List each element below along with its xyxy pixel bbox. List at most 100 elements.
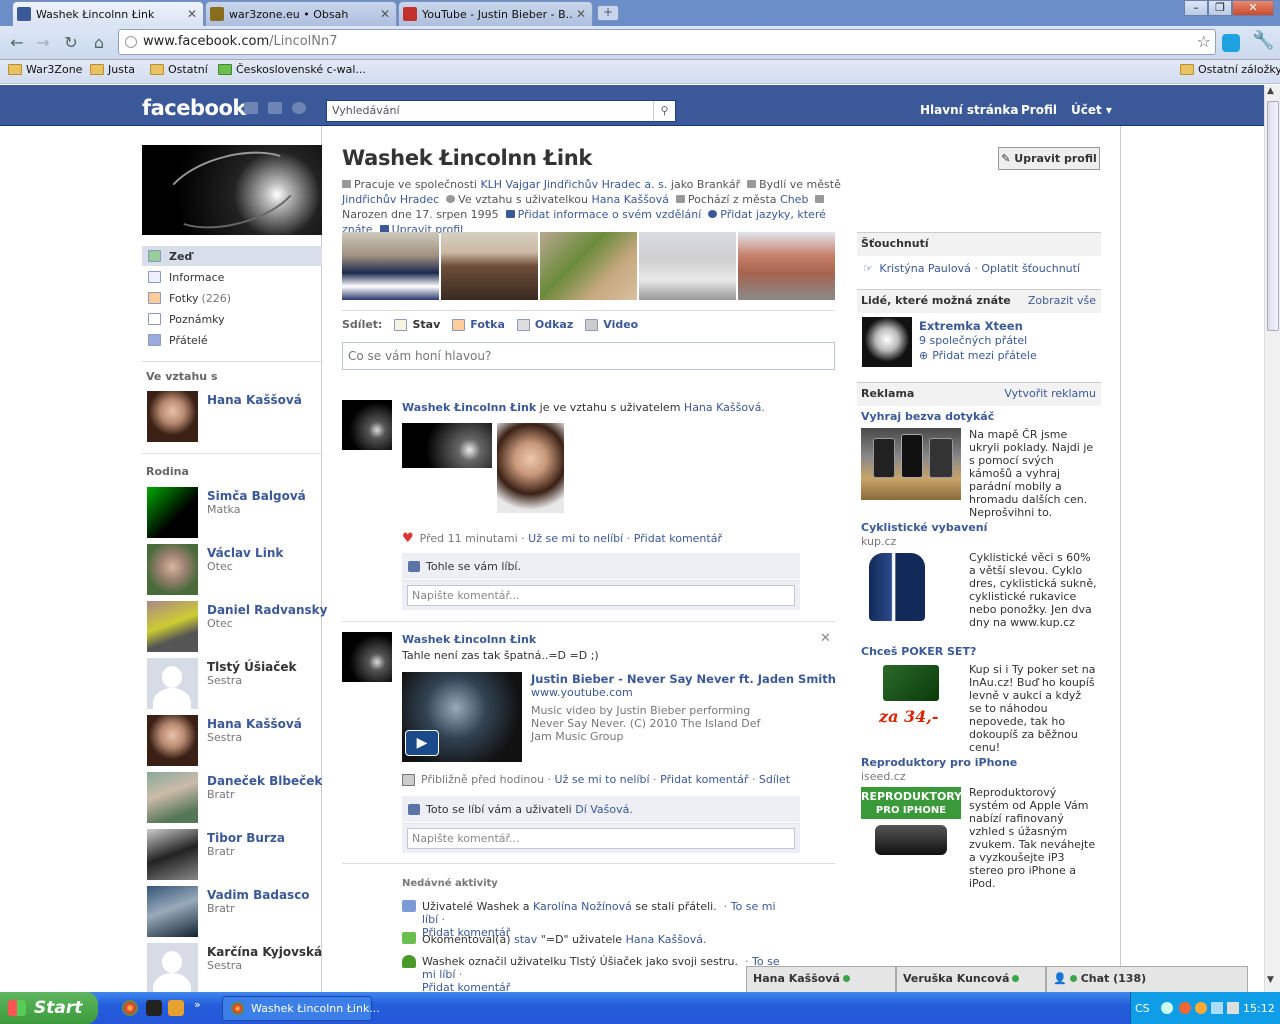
nav-home[interactable]: Hlavní stránka [920, 103, 1018, 117]
photo-strip-item[interactable] [540, 232, 637, 300]
person-link[interactable]: Hana Kaššová. [626, 933, 707, 946]
app-quicklaunch-icon[interactable] [168, 1000, 184, 1016]
person-name[interactable]: Simča Balgová [207, 489, 306, 503]
close-icon[interactable]: ✕ [380, 7, 390, 21]
suggested-friend-avatar[interactable] [862, 317, 912, 367]
sidebar-item-info[interactable]: Informace [142, 267, 322, 287]
ad-image[interactable]: REPRODUKTORY PRO IPHONE [861, 787, 962, 859]
timestamp[interactable]: Před 11 minutami [420, 532, 518, 545]
ad-image[interactable] [861, 428, 961, 500]
poker-link[interactable]: Kristýna Paulová [879, 262, 970, 275]
bookmark-war3zone[interactable]: War3Zone [8, 63, 82, 76]
avatar[interactable] [147, 487, 198, 538]
poke-back-link[interactable]: Oplatit šťouchnutí [981, 262, 1080, 275]
hometown-link[interactable]: Cheb [780, 193, 808, 206]
person-name[interactable]: Václav Link [207, 546, 283, 560]
photo-strip-item[interactable] [342, 232, 439, 300]
author-link[interactable]: Washek Łincolnn Łink [402, 401, 536, 414]
attached-photo[interactable] [402, 423, 492, 468]
timestamp[interactable]: Přibližně před hodinou [421, 773, 544, 786]
family-member[interactable]: Tibor Burza Bratr [147, 829, 319, 881]
new-tab-button[interactable]: + [597, 5, 619, 21]
minimize-button[interactable]: – [1184, 0, 1208, 16]
share-link-button[interactable]: Odkaz [516, 318, 573, 331]
bookmark-ostatni[interactable]: Ostatní [150, 63, 208, 76]
author-avatar[interactable] [342, 632, 392, 682]
comment-input[interactable]: Napište komentář... [407, 828, 795, 849]
bookmark-justa[interactable]: Justa [90, 63, 135, 76]
share-video-button[interactable]: Video [585, 318, 638, 331]
relationship-person[interactable]: Hana Kaššová [147, 391, 319, 443]
see-all-link[interactable]: Zobrazit vše [1028, 290, 1096, 312]
wrench-icon[interactable]: 🔧 [1252, 30, 1274, 51]
family-member[interactable]: Karčína Kyjovská Sestra [147, 943, 322, 995]
person-name[interactable]: Hana Kaššová [207, 393, 302, 407]
attached-photo[interactable] [497, 423, 564, 513]
browser-tab-youtube[interactable]: YouTube - Justin Bieber - B... ✕ [398, 1, 593, 26]
liker-link[interactable]: Dí Vašová. [575, 803, 633, 816]
photo-strip-item[interactable] [441, 232, 538, 300]
avatar[interactable] [147, 715, 198, 766]
ad-title[interactable]: Reproduktory pro iPhone [861, 756, 1017, 769]
person-name[interactable]: Daneček Blbeček [207, 774, 322, 788]
scroll-down-icon[interactable]: ▼ [1267, 975, 1274, 985]
browser-tab-facebook[interactable]: Washek Łincolnn Łink ✕ [12, 1, 204, 26]
search-input[interactable]: Vyhledávání ⚲ [326, 100, 676, 122]
tray-icon[interactable] [1161, 1002, 1173, 1014]
avatar[interactable] [147, 886, 198, 937]
author-avatar[interactable] [342, 400, 392, 450]
person-link[interactable]: Karolína Nožínová [533, 900, 632, 913]
comment-input[interactable]: Napište komentář... [407, 585, 795, 606]
skype-extension-icon[interactable] [1222, 34, 1240, 52]
video-domain[interactable]: www.youtube.com [531, 686, 633, 699]
city-link[interactable]: Jindřichův Hradec [342, 193, 439, 206]
start-button[interactable]: Start [0, 992, 98, 1024]
unlike-link[interactable]: Už se mi to nelíbí [528, 532, 623, 545]
sidebar-item-friends[interactable]: Přátelé [142, 330, 322, 350]
avatar[interactable] [147, 829, 198, 880]
create-ad-link[interactable]: Vytvořit reklamu [1004, 383, 1096, 405]
bookmark-ceskoslovenske[interactable]: Československé c-wal... [218, 63, 366, 76]
family-member[interactable]: Vadim Badasco Bratr [147, 886, 319, 938]
app-quicklaunch-icon[interactable] [146, 1000, 162, 1016]
video-thumbnail[interactable]: ▶ [402, 672, 522, 762]
status-composer-input[interactable]: Co se vám honí hlavou? [342, 342, 835, 370]
scroll-up-icon[interactable]: ▲ [1267, 86, 1274, 96]
avatar[interactable] [147, 601, 198, 652]
friend-requests-icon[interactable] [244, 102, 258, 114]
person-name[interactable]: Daniel Radvansky [207, 603, 327, 617]
search-icon[interactable]: ⚲ [653, 101, 675, 121]
tray-icon[interactable] [1195, 1002, 1207, 1014]
sidebar-item-notes[interactable]: Poznámky [142, 309, 322, 329]
status-link[interactable]: stav [514, 933, 537, 946]
nav-profile[interactable]: Profil [1021, 103, 1057, 117]
back-icon[interactable]: ← [6, 32, 28, 54]
avatar[interactable] [147, 772, 198, 823]
edit-profile-button[interactable]: ✎ Upravit profil [998, 147, 1100, 170]
scroll-thumb[interactable] [1267, 101, 1279, 331]
profile-picture[interactable] [142, 138, 322, 242]
default-avatar-icon[interactable] [147, 658, 198, 709]
chrome-quicklaunch-icon[interactable] [122, 1000, 138, 1016]
photo-strip-item[interactable] [738, 232, 835, 300]
reload-icon[interactable]: ↻ [60, 32, 82, 54]
video-title-link[interactable]: Justin Bieber - Never Say Never ft. Jade… [531, 672, 836, 686]
home-icon[interactable]: ⌂ [88, 32, 110, 54]
close-icon[interactable]: ✕ [187, 7, 197, 21]
unlike-link[interactable]: Už se mi to nelíbí [555, 773, 650, 786]
add-education-link[interactable]: Přidat informace o svém vzdělání [518, 208, 702, 221]
messages-icon[interactable] [268, 102, 282, 114]
family-member[interactable]: Václav Link Otec [147, 544, 319, 596]
person-name[interactable]: Hana Kaššová [207, 717, 302, 731]
language-indicator[interactable]: CS [1135, 1002, 1150, 1015]
share-photo-button[interactable]: Fotka [452, 318, 505, 331]
tray-icon[interactable] [1179, 1002, 1191, 1014]
add-friend-link[interactable]: ⊕ Přidat mezi přátele [919, 349, 1037, 362]
work-link[interactable]: KLH Vajgar Jindřichův Hradec a. s. [480, 178, 667, 191]
share-link[interactable]: Sdílet [759, 773, 790, 786]
chat-tab-friend[interactable]: Veruška Kuncová [896, 966, 1046, 992]
mutual-friends-link[interactable]: 9 společných přátel [919, 334, 1027, 347]
page-scrollbar[interactable]: ▲ ▼ [1264, 85, 1280, 992]
close-icon[interactable]: ✕ [820, 631, 831, 646]
family-member[interactable]: Tlstý Úšiaček Sestra [147, 658, 319, 710]
